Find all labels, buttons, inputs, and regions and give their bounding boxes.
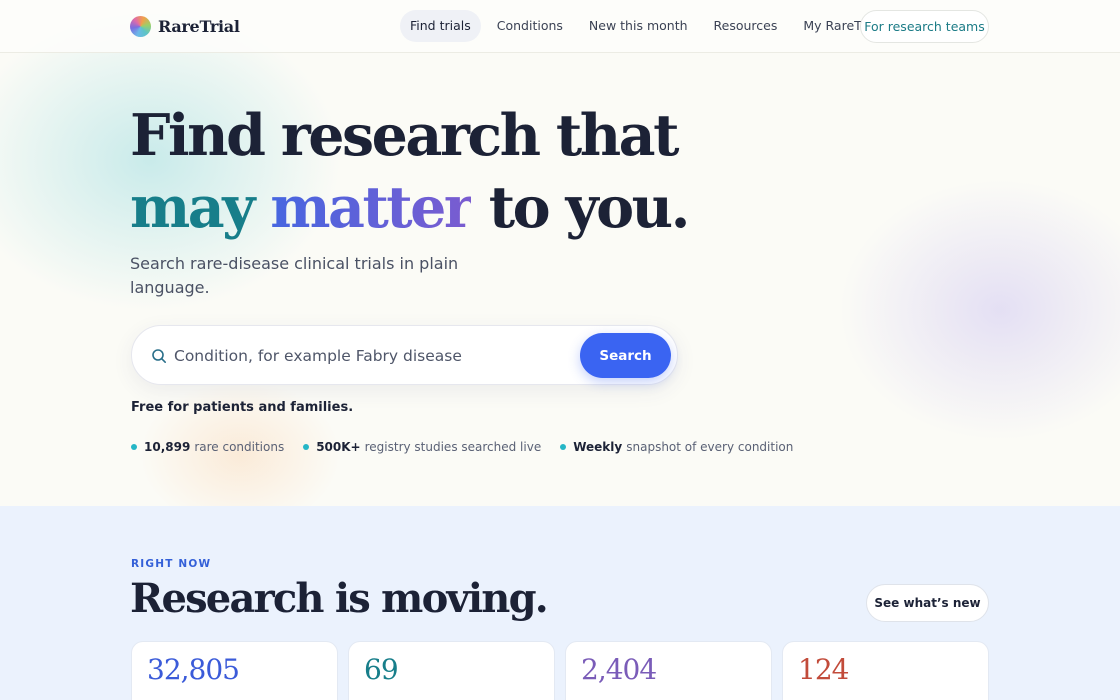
hero-title-highlight-may: may bbox=[130, 174, 255, 241]
nav-links: Find trials Conditions New this month Re… bbox=[400, 10, 896, 42]
stat-card[interactable]: 124 bbox=[782, 641, 989, 700]
stat-value: 10,899 bbox=[144, 440, 191, 454]
background-glow-violet bbox=[840, 180, 1120, 440]
search-bar: Search bbox=[131, 325, 678, 385]
nav-link-find-trials[interactable]: Find trials bbox=[400, 10, 481, 42]
hero-title-highlight-matter: matter bbox=[270, 174, 474, 241]
stat-card-number: 124 bbox=[798, 653, 849, 686]
section-eyebrow: RIGHT NOW bbox=[131, 558, 212, 570]
hero-title-line-1: Find research that bbox=[130, 102, 679, 169]
bullet-dot-icon bbox=[131, 444, 137, 450]
bullet-dot-icon bbox=[560, 444, 567, 450]
stat-card[interactable]: 2,404 bbox=[565, 641, 772, 700]
hero-stats: 10,899 rare conditions 500K+ registry st… bbox=[131, 438, 812, 456]
search-icon bbox=[152, 349, 166, 363]
stat-label: registry studies searched live bbox=[364, 440, 542, 454]
stat-cards: 32,805 69 2,404 124 bbox=[131, 641, 999, 700]
see-whats-new-button[interactable]: See what’s new bbox=[866, 584, 989, 622]
search-button[interactable]: Search bbox=[580, 333, 671, 378]
stat-value: 500K+ bbox=[316, 440, 361, 454]
free-note: Free for patients and families. bbox=[131, 400, 354, 415]
top-navigation: RareTrial Find trials Conditions New thi… bbox=[0, 0, 1120, 53]
nav-link-resources[interactable]: Resources bbox=[704, 10, 788, 42]
stat-card-number: 2,404 bbox=[581, 653, 657, 686]
stat-card[interactable]: 69 bbox=[348, 641, 555, 700]
brand-link[interactable]: RareTrial bbox=[130, 14, 240, 38]
stat-card-number: 32,805 bbox=[147, 653, 240, 686]
research-moving-section: RIGHT NOW Research is moving. See what’s… bbox=[0, 506, 1120, 700]
section-title: Research is moving. bbox=[130, 575, 549, 622]
stat-value: Weekly bbox=[573, 440, 623, 454]
stat-label: rare conditions bbox=[194, 440, 285, 454]
stat-weekly-snapshot: Weekly snapshot of every condition bbox=[560, 440, 793, 454]
condition-search-input[interactable] bbox=[174, 338, 574, 374]
hero-title: Find research that may matter to you. bbox=[130, 100, 830, 244]
brand-logo-icon bbox=[130, 15, 151, 37]
brand-name: RareTrial bbox=[158, 16, 240, 36]
stat-card[interactable]: 32,805 bbox=[131, 641, 338, 700]
bullet-dot-icon bbox=[303, 444, 310, 450]
hero-subtitle: Search rare-disease clinical trials in p… bbox=[130, 254, 459, 297]
stat-conditions: 10,899 rare conditions bbox=[131, 440, 284, 454]
hero-title-tail: to you. bbox=[488, 174, 691, 241]
stat-registry-studies: 500K+ registry studies searched live bbox=[303, 440, 541, 454]
nav-link-conditions[interactable]: Conditions bbox=[487, 10, 573, 42]
stat-label: snapshot of every condition bbox=[626, 440, 794, 454]
nav-link-new-this-month[interactable]: New this month bbox=[579, 10, 698, 42]
hero-title-line-2: may matter to you. bbox=[130, 172, 830, 244]
for-research-teams-button[interactable]: For research teams bbox=[860, 10, 989, 43]
stat-card-number: 69 bbox=[364, 653, 399, 686]
